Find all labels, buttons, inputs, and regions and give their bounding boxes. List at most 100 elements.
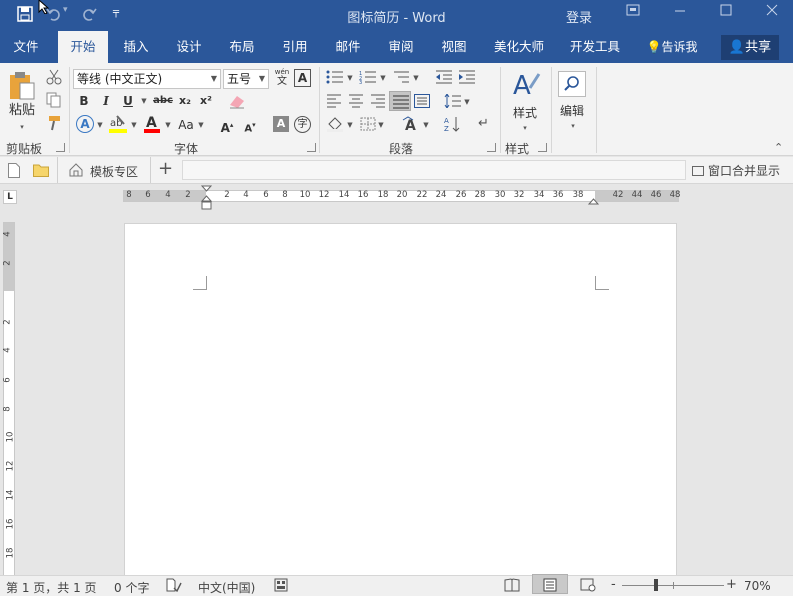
macro-recording-icon[interactable] xyxy=(274,578,288,595)
vertical-ruler[interactable]: 4 2 2 4 6 8 10 12 14 16 18 xyxy=(3,222,15,576)
font-size-select[interactable]: 五号 ▼ xyxy=(223,69,269,89)
highlight-color-icon[interactable]: ab xyxy=(108,114,128,134)
collapse-ribbon-icon[interactable]: ⌃ xyxy=(774,141,783,154)
read-mode-icon[interactable] xyxy=(504,578,520,595)
character-shading-button[interactable]: A xyxy=(273,116,289,132)
font-name-select[interactable]: 等线 (中文正文) ▼ xyxy=(73,69,221,89)
align-left-icon[interactable] xyxy=(326,94,342,111)
increase-indent-icon[interactable] xyxy=(458,70,476,87)
borders-icon[interactable] xyxy=(360,117,376,134)
show-marks-icon[interactable]: ↵ xyxy=(478,116,489,131)
borders-dropdown-icon[interactable]: ▼ xyxy=(376,115,386,135)
chinese-layout-icon[interactable]: A xyxy=(402,116,422,135)
copy-icon[interactable] xyxy=(46,92,62,111)
change-case-dropdown-icon[interactable]: ▼ xyxy=(196,115,206,135)
multilevel-list-icon[interactable] xyxy=(392,70,410,87)
sort-icon[interactable]: AZ xyxy=(444,116,462,135)
ribbon-display-options-icon[interactable] xyxy=(613,4,653,26)
paste-clipboard-icon[interactable] xyxy=(8,71,38,101)
open-folder-icon[interactable] xyxy=(33,164,49,180)
grow-font-button[interactable]: A▴ xyxy=(220,115,234,135)
tab-selector[interactable]: L xyxy=(3,190,17,204)
numbering-icon[interactable]: 123 xyxy=(359,70,377,87)
document-page[interactable] xyxy=(124,223,677,576)
right-indent-marker[interactable] xyxy=(587,196,600,210)
bullets-icon[interactable] xyxy=(326,70,344,87)
enclose-characters-button[interactable]: 字 xyxy=(294,116,311,133)
chinese-layout-dropdown-icon[interactable]: ▼ xyxy=(421,115,431,135)
web-layout-icon[interactable] xyxy=(580,578,596,595)
template-zone-tab[interactable]: 模板专区 xyxy=(58,157,150,183)
shrink-font-button[interactable]: A▾ xyxy=(243,115,257,135)
phonetic-guide-button[interactable]: wén 文 xyxy=(273,67,291,87)
new-document-icon[interactable] xyxy=(8,163,20,181)
tab-home[interactable]: 开始 xyxy=(58,31,108,63)
window-merge-button[interactable]: 窗口合并显示 xyxy=(692,162,780,179)
tab-mailings[interactable]: 邮件 xyxy=(324,31,372,63)
line-spacing-dropdown-icon[interactable]: ▼ xyxy=(462,92,472,112)
zoom-level[interactable]: 70% xyxy=(744,579,771,593)
text-effects-dropdown-icon[interactable]: ▼ xyxy=(95,115,105,135)
character-border-button[interactable]: A xyxy=(294,69,311,87)
page-count[interactable]: 第 1 页，共 1 页 xyxy=(6,579,97,596)
styles-gallery-icon[interactable]: A xyxy=(512,70,542,105)
distributed-icon[interactable] xyxy=(414,94,430,111)
italic-button[interactable]: I xyxy=(98,91,114,111)
maximize-icon[interactable] xyxy=(706,4,746,26)
tab-file[interactable]: 文件 xyxy=(0,31,52,63)
tell-me-search[interactable]: 💡告诉我 xyxy=(640,31,704,63)
subscript-button[interactable]: x₂ xyxy=(177,91,193,111)
bullets-dropdown-icon[interactable]: ▼ xyxy=(345,68,355,88)
print-layout-button[interactable] xyxy=(532,574,568,594)
shading-dropdown-icon[interactable]: ▼ xyxy=(345,115,355,135)
language-indicator[interactable]: 中文(中国) xyxy=(198,579,255,596)
find-icon[interactable] xyxy=(558,71,586,97)
clear-formatting-icon[interactable] xyxy=(228,93,246,112)
paragraph-launcher-icon[interactable] xyxy=(487,143,496,152)
minimize-icon[interactable] xyxy=(660,4,700,26)
tab-developer[interactable]: 开发工具 xyxy=(560,31,630,63)
align-right-icon[interactable] xyxy=(370,94,386,111)
superscript-button[interactable]: x² xyxy=(198,91,214,111)
font-launcher-icon[interactable] xyxy=(307,143,316,152)
add-tab-icon[interactable]: + xyxy=(158,158,173,179)
cut-icon[interactable] xyxy=(46,69,62,88)
word-count[interactable]: 0 个字 xyxy=(114,579,149,596)
close-icon[interactable] xyxy=(752,4,792,26)
proofing-icon[interactable] xyxy=(166,578,182,595)
tab-view[interactable]: 视图 xyxy=(430,31,478,63)
bold-button[interactable]: B xyxy=(76,91,92,111)
tab-insert[interactable]: 插入 xyxy=(112,31,160,63)
paste-dropdown-icon[interactable]: ▾ xyxy=(16,117,28,137)
tab-layout[interactable]: 布局 xyxy=(218,31,266,63)
share-button[interactable]: 👤共享 xyxy=(721,35,779,60)
styles-launcher-icon[interactable] xyxy=(538,143,547,152)
zoom-in-button[interactable]: + xyxy=(726,577,737,592)
format-painter-icon[interactable] xyxy=(46,115,62,134)
tab-design[interactable]: 设计 xyxy=(165,31,213,63)
highlight-dropdown-icon[interactable]: ▼ xyxy=(129,115,139,135)
font-color-dropdown-icon[interactable]: ▼ xyxy=(163,115,173,135)
zoom-out-button[interactable]: - xyxy=(611,577,616,592)
tab-review[interactable]: 审阅 xyxy=(377,31,425,63)
underline-button[interactable]: U xyxy=(120,91,136,111)
justify-icon[interactable] xyxy=(389,91,411,111)
styles-dropdown-icon[interactable]: ▾ xyxy=(520,118,530,138)
strikethrough-button[interactable]: abc xyxy=(152,91,174,111)
signin-link[interactable]: 登录 xyxy=(566,7,592,26)
tab-references[interactable]: 引用 xyxy=(271,31,319,63)
editing-dropdown-icon[interactable]: ▾ xyxy=(568,116,578,136)
tab-beautify[interactable]: 美化大师 xyxy=(484,31,554,63)
decrease-indent-icon[interactable] xyxy=(435,70,453,87)
line-spacing-icon[interactable] xyxy=(444,93,462,111)
clipboard-launcher-icon[interactable] xyxy=(56,143,65,152)
font-color-icon[interactable]: A xyxy=(142,114,162,134)
numbering-dropdown-icon[interactable]: ▼ xyxy=(378,68,388,88)
underline-dropdown-icon[interactable]: ▼ xyxy=(139,91,149,111)
zoom-slider-thumb[interactable] xyxy=(654,579,658,591)
shading-icon[interactable] xyxy=(326,116,344,135)
text-effects-icon[interactable]: A xyxy=(76,115,94,133)
multilevel-dropdown-icon[interactable]: ▼ xyxy=(411,68,421,88)
align-center-icon[interactable] xyxy=(348,94,364,111)
change-case-button[interactable]: Aa xyxy=(176,115,196,135)
